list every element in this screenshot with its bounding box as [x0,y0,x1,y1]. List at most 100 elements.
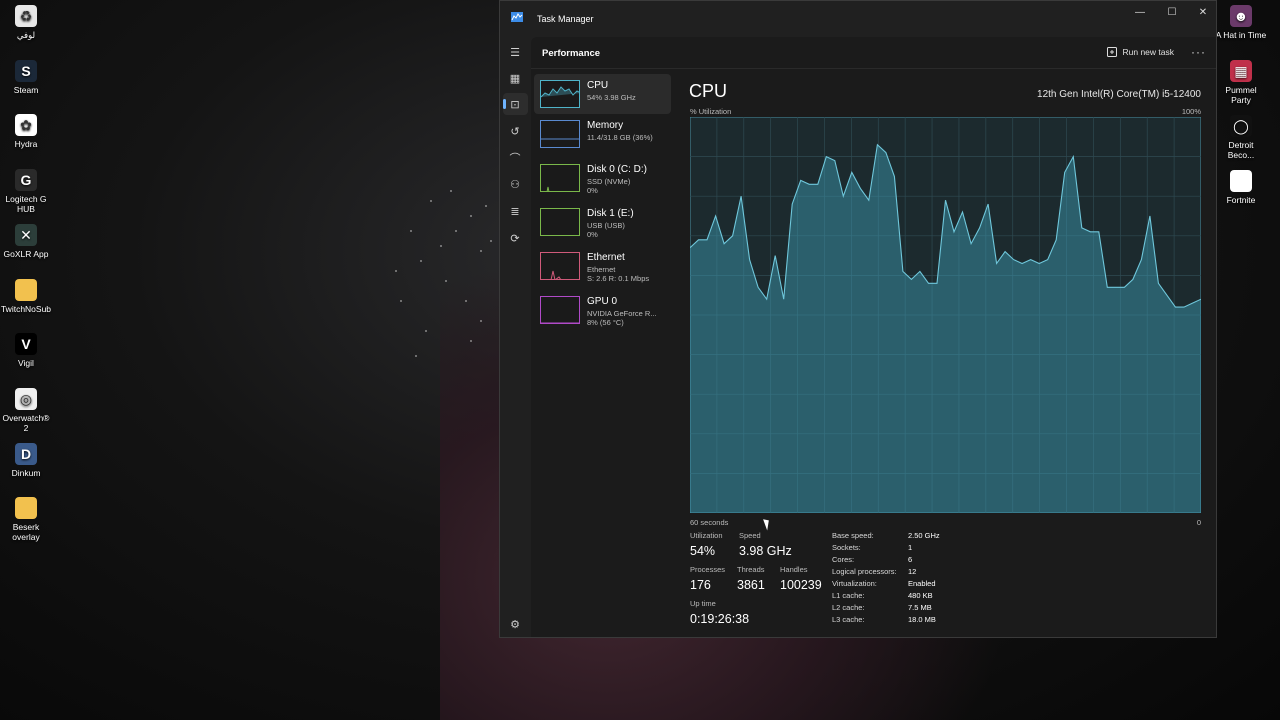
desktop-shortcut-right-1[interactable]: ▦ Pummel Party [1215,60,1267,105]
desktop-shortcut-label: Fortnite [1226,195,1256,205]
spec-value: 2.50 GHz [908,531,940,540]
device-thumbnail-graph [540,252,580,280]
settings-gear-icon[interactable]: ⚙ [508,617,522,631]
desktop-shortcut-label: Logitech G HUB [5,194,47,215]
device-item-disk-1[interactable]: Disk 1 (E:) USB (USB) 0% [534,202,671,246]
desktop-shortcut-left-6[interactable]: V Vigil [0,333,52,368]
run-task-icon [1106,47,1117,57]
device-thumbnail-line [550,270,561,279]
desktop-shortcut-left-0[interactable]: ♻ لوفي [0,5,52,40]
spec-value: Enabled [908,579,936,588]
users-icon[interactable]: ⚇ [508,177,522,191]
desktop-shortcut-left-8[interactable]: D Dinkum [0,442,52,478]
title-bar[interactable]: Task Manager — ☐ ✕ [500,1,1216,37]
desktop-shortcut-right-3[interactable]: Fortnite [1215,170,1267,205]
logitech-icon: G [15,169,37,192]
desktop-shortcut-label: Detroit Beco... [1227,140,1255,160]
threads-value: 3861 [737,578,765,592]
cpu-panel: CPU 12th Gen Intel(R) Core(TM) i5-12400 … [689,69,1201,637]
desktop-shortcut-label: A Hat in Time [1215,30,1267,40]
steam-icon: S [15,59,37,82]
utilization-label: Utilization [690,531,723,540]
device-item-ethernet[interactable]: Ethernet Ethernet S: 2.6 R: 0.1 Mbps [534,246,671,290]
device-thumbnail-graph [540,80,580,108]
desktop-shortcut-label: Beserk overlay [12,522,40,543]
device-name: CPU [587,80,609,91]
device-detail-1: 11.4/31.8 GB (36%) [587,133,653,142]
details-icon[interactable]: ≣ [508,204,522,218]
spec-value: 7.5 MB [908,603,932,612]
page-header: Performance Run new task ··· [531,37,1216,69]
device-item-disk-0[interactable]: Disk 0 (C: D:) SSD (NVMe) 0% [534,158,671,202]
file-icon [1230,170,1252,192]
utilization-max-label: 100% [1181,107,1201,116]
page-title: Performance [542,48,601,59]
desktop-shortcut-label: لوفي [16,30,36,40]
device-detail-2: 0% [587,230,598,239]
device-thumbnail-graph [540,164,580,192]
desktop-shortcut-label: TwitchNoSub [0,303,52,314]
desktop-shortcut-right-0[interactable]: ☻ A Hat in Time [1215,5,1267,40]
uptime-value: 0:19:26:38 [690,612,750,626]
desktop-shortcut-left-9[interactable]: Beserk overlay [0,497,52,542]
desktop-shortcut-left-5[interactable]: TwitchNoSub [0,278,52,314]
desktop-shortcut-label: Pummel Party [1225,85,1257,105]
device-item-memory[interactable]: Memory 11.4/31.8 GB (36%) [534,114,671,158]
spec-label: L2 cache: [832,603,865,612]
device-item-gpu-0[interactable]: GPU 0 NVIDIA GeForce R... 8% (56 °C) [534,290,671,334]
device-name: Memory [587,120,624,131]
spec-label: Virtualization: [832,579,877,588]
desktop-shortcut-left-1[interactable]: S Steam [0,59,52,95]
performance-icon[interactable]: ⊡ [508,97,522,111]
minimize-button[interactable]: — [1125,5,1155,19]
run-new-task-label: Run new task [1122,47,1175,57]
startup-apps-icon[interactable]: ⌒ [508,151,522,165]
threads-label: Threads [737,565,765,574]
speed-value: 3.98 GHz [739,544,792,558]
services-icon[interactable]: ⟳ [508,231,522,245]
maximize-button[interactable]: ☐ [1157,5,1187,19]
cpu-title: CPU [689,81,728,101]
device-name: Disk 0 (C: D:) [587,164,647,175]
device-thumbnail-graph [540,208,580,236]
desktop-shortcut-label: GoXLR App [3,248,49,259]
window-title: Task Manager [537,14,594,24]
spec-label: Sockets: [832,543,861,552]
time-zero-label: 0 [1196,518,1201,527]
hat-in-time-icon: ☻ [1230,5,1252,27]
desktop-shortcut-label: Overwatch® 2 [2,412,50,433]
spec-label: Base speed: [832,531,874,540]
vigil-icon: V [15,333,37,356]
handles-label: Handles [780,565,808,574]
spec-label: Logical processors: [832,567,897,576]
desktop-shortcut-left-7[interactable]: ◎ Overwatch® 2 [0,387,52,433]
overwatch-icon: ◎ [15,387,37,410]
processes-label: Processes [690,565,726,574]
processes-icon[interactable]: ▦ [508,71,522,85]
hamburger-menu-icon[interactable]: ☰ [508,45,522,59]
desktop-shortcut-left-4[interactable]: ✕ GoXLR App [0,223,52,259]
device-detail-1: USB (USB) [587,221,625,230]
device-thumbnail-graph [540,120,580,148]
folder-icon [15,497,37,520]
device-detail-1: NVIDIA GeForce R... [587,309,657,318]
spec-value: 6 [908,555,913,564]
run-new-task-button[interactable]: Run new task [1106,47,1175,57]
more-options-icon[interactable]: ··· [1191,45,1206,59]
main-content: Performance Run new task ··· CPU 54% 3.98… [531,37,1216,637]
goxlr-icon: ✕ [15,223,37,246]
recycle-bin-icon: ♻ [15,5,37,27]
desktop-shortcut-label: Vigil [18,358,34,369]
utilization-value: 54% [690,544,716,558]
desktop-shortcut-right-2[interactable]: ◯ Detroit Beco... [1215,115,1267,160]
time-axis-label: 60 seconds [690,518,729,527]
desktop-shortcut-left-2[interactable]: ✿ Hydra [0,114,52,149]
desktop-shortcut-left-3[interactable]: G Logitech G HUB [0,169,52,214]
pummel-party-icon: ▦ [1230,60,1252,82]
desktop-shortcut-label: Steam [13,84,39,95]
device-thumbnail-line [546,186,550,191]
spec-value: 18.0 MB [908,615,936,624]
close-button[interactable]: ✕ [1188,5,1218,19]
app-history-icon[interactable]: ↺ [508,124,522,138]
device-item-cpu[interactable]: CPU 54% 3.98 GHz [534,74,671,114]
